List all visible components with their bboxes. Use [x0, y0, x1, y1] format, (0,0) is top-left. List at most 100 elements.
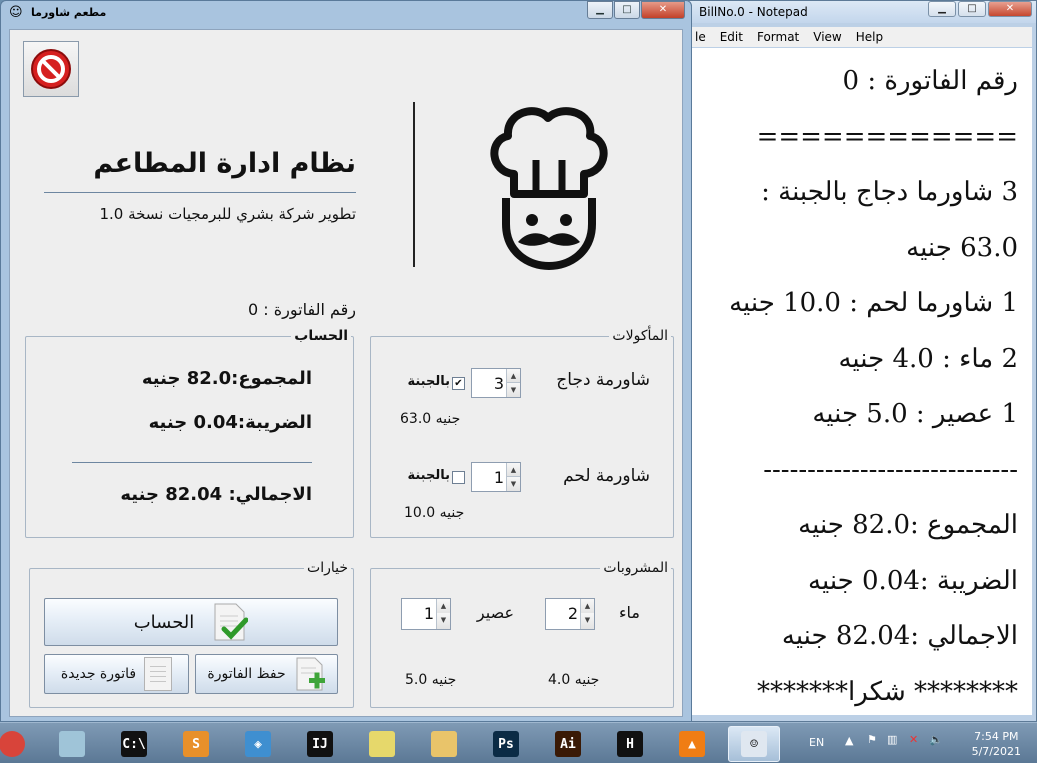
- bill-line: الضريبة :0.04 جنيه: [808, 565, 1018, 596]
- meat-qty-up-icon[interactable]: ▲: [506, 463, 520, 477]
- sublime-icon: S: [183, 731, 209, 757]
- juice-label: عصير: [476, 603, 514, 622]
- notepad-menubar: le Edit Format View Help: [691, 27, 1032, 47]
- bill-line: -----------------------------: [763, 454, 1018, 485]
- meat-cheese-label: بالجبنة: [407, 468, 450, 483]
- document-icon: [144, 657, 173, 691]
- meat-qty-down-icon[interactable]: ▼: [506, 477, 520, 491]
- menu-help[interactable]: Help: [856, 30, 883, 44]
- bill-line: ******** شكرا*******: [757, 676, 1018, 707]
- hyper-icon: H: [617, 731, 643, 757]
- network-icon[interactable]: ▥: [887, 733, 897, 746]
- bill-line: 2 ماء : 4.0 جنيه: [838, 343, 1018, 374]
- taskbar-item[interactable]: ▲: [666, 726, 718, 762]
- notepad-window: BillNo.0 - Notepad ▁ □ ✕ le Edit Format …: [688, 0, 1037, 722]
- taskbar-item[interactable]: C:\: [108, 726, 160, 762]
- meat-cheese-checkbox[interactable]: [452, 471, 465, 484]
- menu-edit[interactable]: Edit: [720, 30, 743, 44]
- taskbar-item[interactable]: [46, 726, 98, 762]
- bill-line: رقم الفاتورة : 0: [842, 66, 1018, 96]
- invoice-number-label: رقم الفاتورة : 0: [248, 300, 356, 319]
- cmd-icon: C:\: [121, 731, 147, 757]
- stickynotes-icon: [369, 731, 395, 757]
- account-group: الحساب: [25, 328, 354, 538]
- total-label: الاجمالي: 82.04 جنيه: [120, 484, 312, 505]
- taskbar-item[interactable]: [418, 726, 470, 762]
- taskbar-item[interactable]: ◈: [232, 726, 284, 762]
- taskbar-item[interactable]: [356, 726, 408, 762]
- taskbar-item[interactable]: Ps: [480, 726, 532, 762]
- water-qty-spinner[interactable]: 2 ▲ ▼: [545, 598, 595, 630]
- account-legend: الحساب: [294, 328, 348, 344]
- water-price: 4.0 جنيه: [548, 672, 600, 688]
- language-indicator[interactable]: EN: [809, 736, 824, 749]
- app-titlebar[interactable]: ☺ مطعم شاورما ▁ □ ✕: [1, 1, 691, 25]
- bill-line: المجموع :82.0 جنيه: [798, 510, 1018, 540]
- notepad-title: BillNo.0 - Notepad: [699, 5, 808, 19]
- menu-format[interactable]: Format: [757, 30, 799, 44]
- save-invoice-label: حفظ الفاتورة: [207, 666, 286, 682]
- tray-expand-icon[interactable]: ▲: [845, 734, 853, 747]
- notepad-text-area[interactable]: رقم الفاتورة : 0 ============ 3 شاورما د…: [691, 48, 1032, 715]
- taskbar-item[interactable]: IJ: [294, 726, 346, 762]
- heading-divider: [44, 192, 356, 193]
- clock[interactable]: 7:54 PM 5/7/2021: [972, 729, 1021, 759]
- minimize-button[interactable]: ▁: [587, 1, 613, 19]
- meat-qty-spinner[interactable]: 1 ▲ ▼: [471, 462, 521, 492]
- chicken-cheese-checkbox[interactable]: ✔: [452, 377, 465, 390]
- drinks-legend: المشروبات: [603, 560, 668, 576]
- java-app-icon: ☺: [741, 731, 767, 757]
- calculate-button[interactable]: الحساب: [44, 598, 338, 646]
- bill-line: 1 عصير : 5.0 جنيه: [812, 399, 1018, 429]
- action-center-flag-icon[interactable]: ⚑: [867, 733, 877, 746]
- chicken-price: 63.0 جنيه: [400, 411, 461, 427]
- menu-file[interactable]: le: [695, 30, 706, 44]
- volume-icon[interactable]: 🔈: [929, 733, 943, 746]
- app-window-title: مطعم شاورما: [31, 6, 107, 19]
- exit-button[interactable]: [23, 41, 79, 97]
- new-invoice-label: فاتورة جديدة: [60, 666, 137, 682]
- juice-qty-spinner[interactable]: 1 ▲ ▼: [401, 598, 451, 630]
- food-legend: المأكولات: [612, 328, 668, 344]
- restaurant-app-window: ☺ مطعم شاورما ▁ □ ✕ نظام ادارة المطاعم ت…: [0, 0, 692, 722]
- clock-date: 5/7/2021: [971, 745, 1021, 758]
- document-check-icon: [214, 603, 249, 641]
- app-content: نظام ادارة المطاعم تطوير شركة بشري للبرم…: [9, 29, 683, 717]
- app-window-controls: ▁ □ ✕: [587, 1, 685, 19]
- chef-app-icon: ☺: [9, 5, 23, 20]
- chef-logo-icon: [490, 107, 608, 270]
- taskbar-item[interactable]: [0, 726, 38, 762]
- meat-shawarma-label: شاورمة لحم: [563, 466, 650, 486]
- notepad-minimize-button[interactable]: ▁: [928, 1, 956, 17]
- network-disconnected-icon[interactable]: ✕: [909, 733, 918, 746]
- bill-line: 63.0 جنيه: [906, 232, 1018, 263]
- chicken-qty-up-icon[interactable]: ▲: [506, 369, 520, 383]
- save-invoice-button[interactable]: حفظ الفاتورة: [195, 654, 338, 694]
- header-separator: [413, 102, 415, 267]
- photoshop-icon: Ps: [493, 731, 519, 757]
- chicken-qty-down-icon[interactable]: ▼: [506, 383, 520, 397]
- chicken-cheese-label: بالجبنة: [407, 374, 450, 389]
- bill-line: الاجمالي :82.04 جنيه: [781, 621, 1018, 651]
- water-qty-down-icon[interactable]: ▼: [580, 613, 594, 629]
- close-button[interactable]: ✕: [641, 1, 685, 19]
- taskbar: C:\ S ◈ IJ Ps Ai H ▲ ☺ EN ▲ ⚑ ▥ ✕ 🔈 7:54 PM 5/7/…: [0, 722, 1037, 763]
- water-qty-value: 2: [567, 604, 578, 623]
- juice-price: 5.0 جنيه: [405, 672, 457, 688]
- notepad-maximize-button[interactable]: □: [958, 1, 986, 17]
- new-invoice-button[interactable]: فاتورة جديدة: [44, 654, 189, 694]
- chrome-icon: [0, 731, 25, 757]
- juice-qty-down-icon[interactable]: ▼: [436, 613, 450, 629]
- chicken-qty-spinner[interactable]: 3 ▲ ▼: [471, 368, 521, 398]
- meat-qty-value: 1: [493, 468, 504, 487]
- taskbar-item[interactable]: H: [604, 726, 656, 762]
- app-subtitle: تطوير شركة بشري للبرمجيات نسخة 1.0: [99, 205, 356, 223]
- document-add-icon: [296, 657, 325, 691]
- taskbar-item[interactable]: Ai: [542, 726, 594, 762]
- notepad-close-button[interactable]: ✕: [988, 1, 1032, 17]
- maximize-button[interactable]: □: [614, 1, 640, 19]
- taskbar-item[interactable]: S: [170, 726, 222, 762]
- menu-view[interactable]: View: [813, 30, 841, 44]
- taskbar-item[interactable]: ☺: [728, 726, 780, 762]
- illustrator-icon: Ai: [555, 731, 581, 757]
